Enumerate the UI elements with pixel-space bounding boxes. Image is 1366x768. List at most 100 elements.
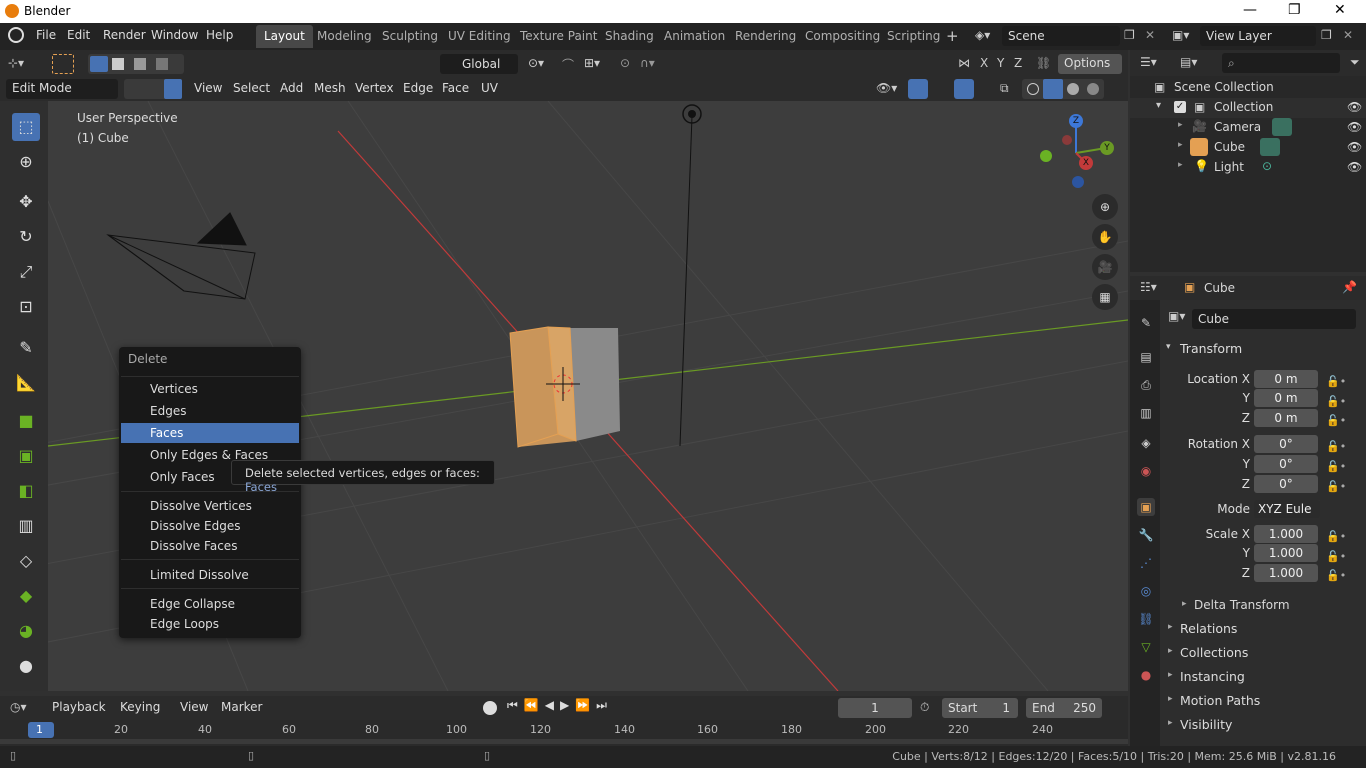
- gizmo-y[interactable]: Y: [1100, 141, 1114, 155]
- blender-menu-icon[interactable]: [8, 27, 24, 43]
- expand-icon[interactable]: ▸: [1168, 694, 1173, 704]
- gizmo-z[interactable]: Z: [1069, 114, 1083, 128]
- scene-tab-icon[interactable]: ◈: [1137, 434, 1155, 452]
- tab-shading[interactable]: Shading: [597, 25, 662, 48]
- tab-sculpting[interactable]: Sculpting: [374, 25, 446, 48]
- auto-merge-icon[interactable]: ⛓: [1036, 56, 1051, 70]
- mesh-data-icon[interactable]: [1260, 138, 1280, 156]
- menu-item-dissolve-edges[interactable]: Dissolve Edges: [119, 516, 301, 536]
- camera-data-icon[interactable]: [1272, 118, 1292, 136]
- eye-icon[interactable]: 👁: [1347, 100, 1362, 114]
- rotation-lock-icons[interactable]: 🔓• 🔓• 🔓•: [1326, 437, 1346, 497]
- scene-field[interactable]: Scene: [1002, 26, 1120, 46]
- bevel-tool-icon[interactable]: ◧: [12, 477, 40, 505]
- modifier-tab-icon[interactable]: 🔧: [1137, 526, 1155, 544]
- record-icon[interactable]: [483, 701, 497, 715]
- menu-edit[interactable]: Edit: [67, 28, 90, 42]
- view-layer-tab-icon[interactable]: ▥: [1137, 404, 1155, 422]
- material-tab-icon[interactable]: ●: [1137, 666, 1155, 684]
- options-dropdown[interactable]: Options: [1058, 54, 1122, 74]
- new-scene-icon[interactable]: ❐: [1124, 28, 1135, 42]
- expand-icon[interactable]: ▾: [1156, 100, 1161, 111]
- outliner-item-cube[interactable]: Cube: [1214, 140, 1245, 154]
- expand-icon[interactable]: ▸: [1182, 599, 1187, 609]
- location-x-field[interactable]: 0 m: [1254, 370, 1318, 388]
- expand-icon[interactable]: ▸: [1168, 646, 1173, 656]
- location-y-field[interactable]: 0 m: [1254, 389, 1318, 407]
- menu-item-edge-loops[interactable]: Edge Loops: [119, 614, 301, 634]
- menu-face[interactable]: Face: [442, 81, 469, 95]
- expand-icon[interactable]: ▸: [1178, 160, 1183, 170]
- menu-file[interactable]: File: [36, 28, 56, 42]
- menu-edge[interactable]: Edge: [403, 81, 433, 95]
- delta-transform-panel[interactable]: Delta Transform: [1194, 598, 1290, 612]
- scale-tool-icon[interactable]: ⤢: [12, 258, 40, 286]
- tool-tab-icon[interactable]: ✎: [1137, 314, 1155, 332]
- menu-window[interactable]: Window: [151, 28, 198, 42]
- constraints-tab-icon[interactable]: ⛓: [1137, 610, 1155, 628]
- display-mode-icon[interactable]: ▤▾: [1180, 55, 1197, 69]
- scene-icon[interactable]: ◈▾: [975, 28, 990, 42]
- rotation-z-field[interactable]: 0°: [1254, 475, 1318, 493]
- menu-mesh[interactable]: Mesh: [314, 81, 346, 95]
- select-box-icon[interactable]: [52, 54, 74, 74]
- inset-tool-icon[interactable]: ▣: [12, 442, 40, 470]
- add-workspace-icon[interactable]: +: [946, 27, 959, 45]
- pivot-point-icon[interactable]: ⊙▾: [528, 56, 544, 70]
- expand-icon[interactable]: ▸: [1168, 670, 1173, 680]
- lock-icons[interactable]: 🔓• 🔓• 🔓•: [1326, 372, 1346, 431]
- overlay-toggle-icon[interactable]: [954, 79, 974, 99]
- snap-target-icon[interactable]: ⊞▾: [584, 56, 600, 70]
- remove-view-layer-icon[interactable]: ✕: [1343, 28, 1353, 42]
- rotate-tool-icon[interactable]: ↻: [12, 223, 40, 251]
- transform-tool-icon[interactable]: ⊡: [12, 293, 40, 321]
- menu-item-dissolve-faces[interactable]: Dissolve Faces: [119, 536, 301, 556]
- shading-mode-group[interactable]: [1022, 79, 1104, 99]
- face-select-icon[interactable]: [164, 79, 182, 99]
- eye-icon[interactable]: 👁: [1347, 160, 1362, 174]
- collections-panel[interactable]: Collections: [1180, 645, 1248, 660]
- gizmo-x[interactable]: X: [1079, 156, 1093, 170]
- rendered-shading-icon[interactable]: [1087, 83, 1099, 95]
- menu-vertex[interactable]: Vertex: [355, 81, 394, 95]
- measure-tool-icon[interactable]: 📐: [12, 369, 40, 397]
- instancing-panel[interactable]: Instancing: [1180, 669, 1245, 684]
- camera-view-icon[interactable]: 🎥: [1092, 254, 1118, 280]
- minimize-icon[interactable]: —: [1243, 2, 1257, 18]
- material-shading-icon[interactable]: [1067, 83, 1079, 95]
- menu-help[interactable]: Help: [206, 28, 233, 42]
- timeline-editor-icon[interactable]: ◷▾: [10, 700, 27, 714]
- remove-scene-icon[interactable]: ✕: [1145, 28, 1155, 42]
- collection-checkbox[interactable]: ✓: [1174, 101, 1186, 113]
- outliner-item-camera[interactable]: Camera: [1214, 120, 1261, 134]
- view-menu[interactable]: View: [180, 700, 208, 714]
- menu-add[interactable]: Add: [280, 81, 303, 95]
- scale-x-field[interactable]: 1.000: [1254, 525, 1318, 543]
- timeline-ruler[interactable]: 1 20 40 60 80 100 120 140 160 180 200 22…: [0, 720, 1128, 744]
- loop-cut-tool-icon[interactable]: ▥: [12, 512, 40, 540]
- menu-uv[interactable]: UV: [481, 81, 498, 95]
- xray-icon[interactable]: ⧉: [1000, 81, 1009, 96]
- spin-tool-icon[interactable]: ◕: [12, 617, 40, 645]
- view-layer-icon[interactable]: ▣▾: [1172, 28, 1189, 42]
- cursor-tool-icon[interactable]: ⊕: [12, 148, 40, 176]
- playback-controls[interactable]: ⏮⏪◀▶⏩⏭: [507, 698, 613, 713]
- maximize-icon[interactable]: ❐: [1288, 2, 1301, 18]
- wireframe-shading-icon[interactable]: [1027, 83, 1039, 95]
- render-tab-icon[interactable]: ▤: [1137, 348, 1155, 366]
- select-intersect-icon[interactable]: [156, 58, 168, 70]
- marker-menu[interactable]: Marker: [221, 700, 262, 714]
- tab-rendering[interactable]: Rendering: [727, 25, 804, 48]
- outliner-editor-icon[interactable]: ☰▾: [1140, 55, 1157, 69]
- outliner-search-field[interactable]: ⌕: [1222, 53, 1340, 73]
- navigation-gizmo[interactable]: Z Y X: [1038, 113, 1114, 193]
- gizmo-neg-z[interactable]: [1072, 176, 1084, 188]
- select-subtract-icon[interactable]: [134, 58, 146, 70]
- output-tab-icon[interactable]: ⎙: [1137, 376, 1155, 394]
- timeline-scrollbar[interactable]: [0, 739, 1128, 744]
- tab-compositing[interactable]: Compositing: [797, 25, 888, 48]
- physics-tab-icon[interactable]: ◎: [1137, 582, 1155, 600]
- scale-y-field[interactable]: 1.000: [1254, 544, 1318, 562]
- particles-tab-icon[interactable]: ⋰: [1137, 554, 1155, 572]
- perspective-toggle-icon[interactable]: ▦: [1092, 284, 1118, 310]
